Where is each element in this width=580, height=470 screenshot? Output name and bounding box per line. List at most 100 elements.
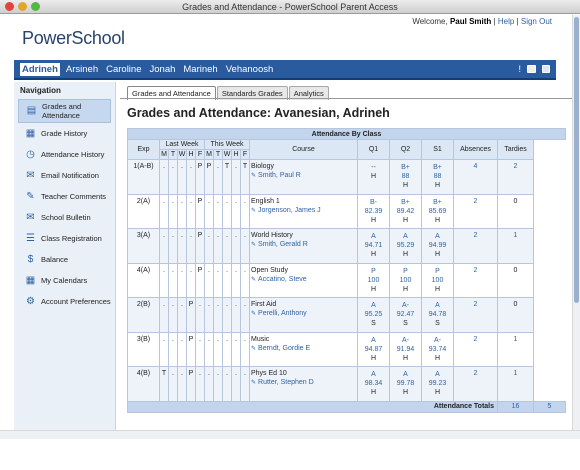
tardies-link[interactable]: 2 <box>514 163 518 170</box>
sidebar-item-registration[interactable]: ☰ Class Registration <box>14 228 115 249</box>
grade-value[interactable]: P <box>391 267 420 276</box>
absences-link[interactable]: 2 <box>474 198 478 205</box>
sidebar-item-grades[interactable]: ▤ Grades and Attendance <box>18 99 111 123</box>
s1-grade-cell[interactable]: A- 93.74 H <box>421 331 454 367</box>
absences-cell[interactable]: 2 <box>453 297 498 333</box>
student-tab-caroline[interactable]: Caroline <box>104 63 143 76</box>
sidebar-item-balance[interactable]: $ Balance <box>14 249 115 270</box>
teacher-name[interactable]: Accatino, Steve <box>258 276 307 283</box>
grade-value[interactable]: 93.74 <box>423 345 452 354</box>
q1-grade-cell[interactable]: A 94.71 H <box>357 228 390 264</box>
q2-grade-cell[interactable]: A- 92.47 S <box>389 297 422 333</box>
sidebar-item-comments[interactable]: ✎ Teacher Comments <box>14 186 115 207</box>
q1-grade-cell[interactable]: A 95.25 S <box>357 297 390 333</box>
teacher-name[interactable]: Smith, Paul R <box>258 172 301 179</box>
attendance-cell[interactable]: P <box>186 366 196 402</box>
minimize-window-button[interactable] <box>18 2 27 11</box>
sidebar-item-preferences[interactable]: ⚙ Account Preferences <box>14 291 115 312</box>
grade-value[interactable]: 91.94 <box>391 345 420 354</box>
tardies-cell[interactable]: 0 <box>497 297 534 333</box>
grade-value[interactable]: 94.99 <box>423 241 452 250</box>
scrollbar-thumb[interactable] <box>574 17 579 303</box>
teacher-link[interactable]: ✎ Jorgenson, James J <box>251 207 356 214</box>
grade-value[interactable]: B+ <box>423 198 452 207</box>
grade-value[interactable]: B+ <box>391 163 420 172</box>
grade-value[interactable]: 89.42 <box>391 207 420 216</box>
attendance-cell[interactable]: P <box>204 159 214 195</box>
q1-grade-cell[interactable]: -- H <box>357 159 390 195</box>
absences-cell[interactable]: 2 <box>453 262 498 298</box>
grade-value[interactable]: 82.39 <box>359 207 388 216</box>
grade-value[interactable]: 99.23 <box>423 379 452 388</box>
grade-value[interactable]: 94.71 <box>359 241 388 250</box>
grade-value[interactable]: A- <box>391 336 420 345</box>
grade-value[interactable]: A <box>359 370 388 379</box>
absences-link[interactable]: 2 <box>474 336 478 343</box>
q2-grade-cell[interactable]: B+ 88 H <box>389 159 422 195</box>
q1-grade-cell[interactable]: A 98.34 H <box>357 366 390 402</box>
teacher-link[interactable]: ✎ Smith, Gerald R <box>251 241 356 248</box>
grade-value[interactable]: B+ <box>391 198 420 207</box>
tardies-link[interactable]: 0 <box>514 198 518 205</box>
grade-value[interactable]: 100 <box>359 276 388 285</box>
absences-cell[interactable]: 2 <box>453 366 498 402</box>
total-tardies-link[interactable]: 5 <box>548 403 552 410</box>
grade-value[interactable]: A <box>423 232 452 241</box>
tardies-cell[interactable]: 2 <box>497 159 534 195</box>
sidebar-item-clock[interactable]: ◷ Attendance History <box>14 144 115 165</box>
grade-value[interactable]: 88 <box>423 172 452 181</box>
s1-grade-cell[interactable]: A 99.23 H <box>421 366 454 402</box>
grade-value[interactable]: B+ <box>423 163 452 172</box>
grade-value[interactable]: A- <box>391 301 420 310</box>
printer-icon[interactable] <box>527 65 536 73</box>
s1-grade-cell[interactable]: A 94.78 S <box>421 297 454 333</box>
teacher-name[interactable]: Perelli, Anthony <box>258 310 307 317</box>
q2-grade-cell[interactable]: B+ 89.42 H <box>389 193 422 229</box>
vertical-scrollbar[interactable] <box>572 15 580 430</box>
student-tab-arsineh[interactable]: Arsineh <box>64 63 100 76</box>
teacher-link[interactable]: ✎ Rutter, Stephen D <box>251 379 356 386</box>
attendance-cell[interactable]: P <box>195 159 205 195</box>
grade-value[interactable]: 100 <box>391 276 420 285</box>
tardies-link[interactable]: 1 <box>514 370 518 377</box>
grade-value[interactable]: A <box>359 301 388 310</box>
grade-value[interactable]: -- <box>359 163 388 172</box>
total-tardies[interactable]: 5 <box>533 400 566 413</box>
absences-link[interactable]: 2 <box>474 301 478 308</box>
student-tab-marineh[interactable]: Marineh <box>181 63 219 76</box>
attendance-cell[interactable]: T <box>222 159 232 195</box>
sidebar-item-history[interactable]: ▦ Grade History <box>14 123 115 144</box>
grade-value[interactable]: A <box>423 370 452 379</box>
grade-value[interactable]: A <box>423 301 452 310</box>
attendance-cell[interactable]: P <box>186 297 196 333</box>
q1-grade-cell[interactable]: A 94.87 H <box>357 331 390 367</box>
print-preview-icon[interactable] <box>542 65 550 73</box>
q2-grade-cell[interactable]: A 95.29 H <box>389 228 422 264</box>
q1-grade-cell[interactable]: B- 82.39 H <box>357 193 390 229</box>
tardies-cell[interactable]: 0 <box>497 193 534 229</box>
grade-value[interactable]: A- <box>423 336 452 345</box>
attendance-cell[interactable]: T <box>240 159 250 195</box>
tardies-cell[interactable]: 0 <box>497 262 534 298</box>
s1-grade-cell[interactable]: P 100 H <box>421 262 454 298</box>
grade-value[interactable]: 94.78 <box>423 310 452 319</box>
grade-value[interactable]: A <box>391 370 420 379</box>
absences-link[interactable]: 2 <box>474 232 478 239</box>
teacher-name[interactable]: Rutter, Stephen D <box>258 379 314 386</box>
grade-value[interactable]: 85.69 <box>423 207 452 216</box>
grade-value[interactable]: 100 <box>423 276 452 285</box>
student-tab-vehanoosh[interactable]: Vehanoosh <box>224 63 276 76</box>
tardies-link[interactable]: 1 <box>514 232 518 239</box>
tardies-link[interactable]: 1 <box>514 336 518 343</box>
sidebar-item-calendar[interactable]: ▦ My Calendars <box>14 270 115 291</box>
absences-link[interactable]: 4 <box>474 163 478 170</box>
total-absences[interactable]: 16 <box>497 400 534 413</box>
grade-value[interactable]: P <box>359 267 388 276</box>
alert-icon[interactable]: ! <box>518 64 521 74</box>
teacher-link[interactable]: ✎ Accatino, Steve <box>251 276 356 283</box>
attendance-cell[interactable]: P <box>195 193 205 229</box>
sidebar-item-email[interactable]: ✉ Email Notification <box>14 165 115 186</box>
tardies-cell[interactable]: 1 <box>497 228 534 264</box>
close-window-button[interactable] <box>5 2 14 11</box>
teacher-name[interactable]: Smith, Gerald R <box>258 241 308 248</box>
